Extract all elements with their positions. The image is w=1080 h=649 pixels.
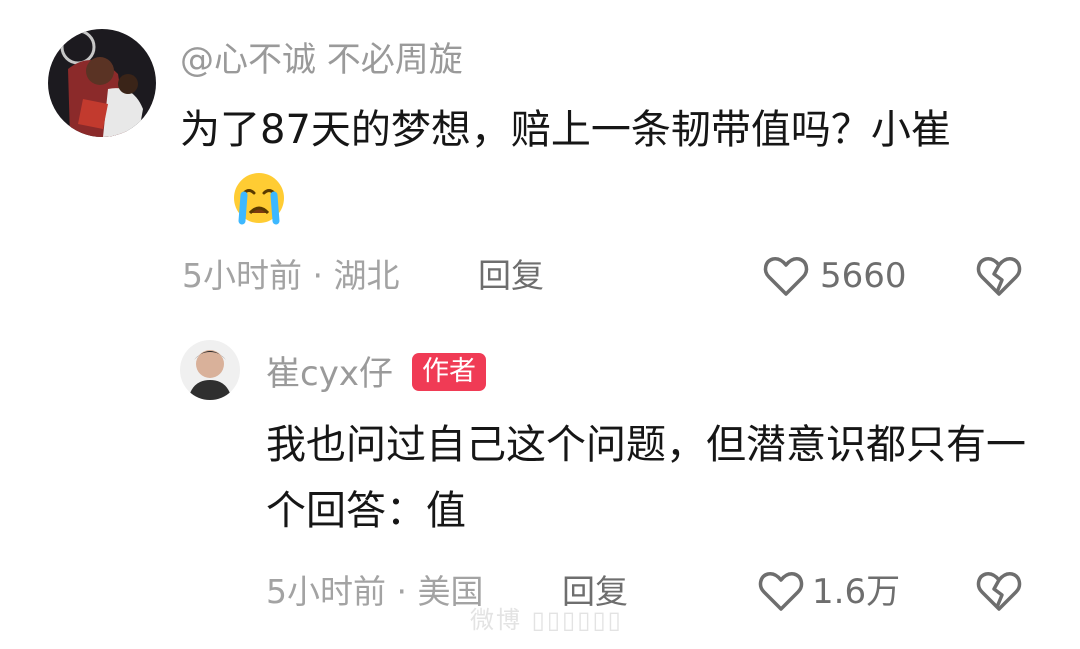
comment-time-location: 5小时前 · 湖北 [182, 256, 400, 295]
reply-like-heart-icon[interactable] [757, 567, 805, 615]
crying-face-emoji-icon [232, 171, 286, 225]
comment-reply-button[interactable]: 回复 [478, 256, 544, 296]
author-username[interactable]: 崔cyx仔 [266, 354, 393, 394]
author-avatar[interactable] [180, 340, 240, 400]
like-heart-icon[interactable] [762, 252, 810, 300]
dislike-broken-heart-icon[interactable] [975, 252, 1023, 300]
author-badge: 作者 [412, 353, 486, 391]
reply-text: 我也问过自己这个问题，但潜意识都只有一个回答：值 [266, 422, 1026, 534]
commenter-avatar[interactable] [48, 29, 156, 137]
reply-time-location: 5小时前 · 美国 [266, 572, 484, 611]
comment-text: 为了87天的梦想，赔上一条韧带值吗？小崔 [180, 107, 951, 153]
reply-like-count: 1.6万 [812, 572, 901, 612]
reply-dislike-broken-heart-icon[interactable] [975, 567, 1023, 615]
comment-like-count: 5660 [820, 256, 907, 296]
watermark: 微博 ▯▯▯▯▯▯ [470, 606, 623, 634]
commenter-username[interactable]: @心不诚 不必周旋 [180, 40, 463, 80]
